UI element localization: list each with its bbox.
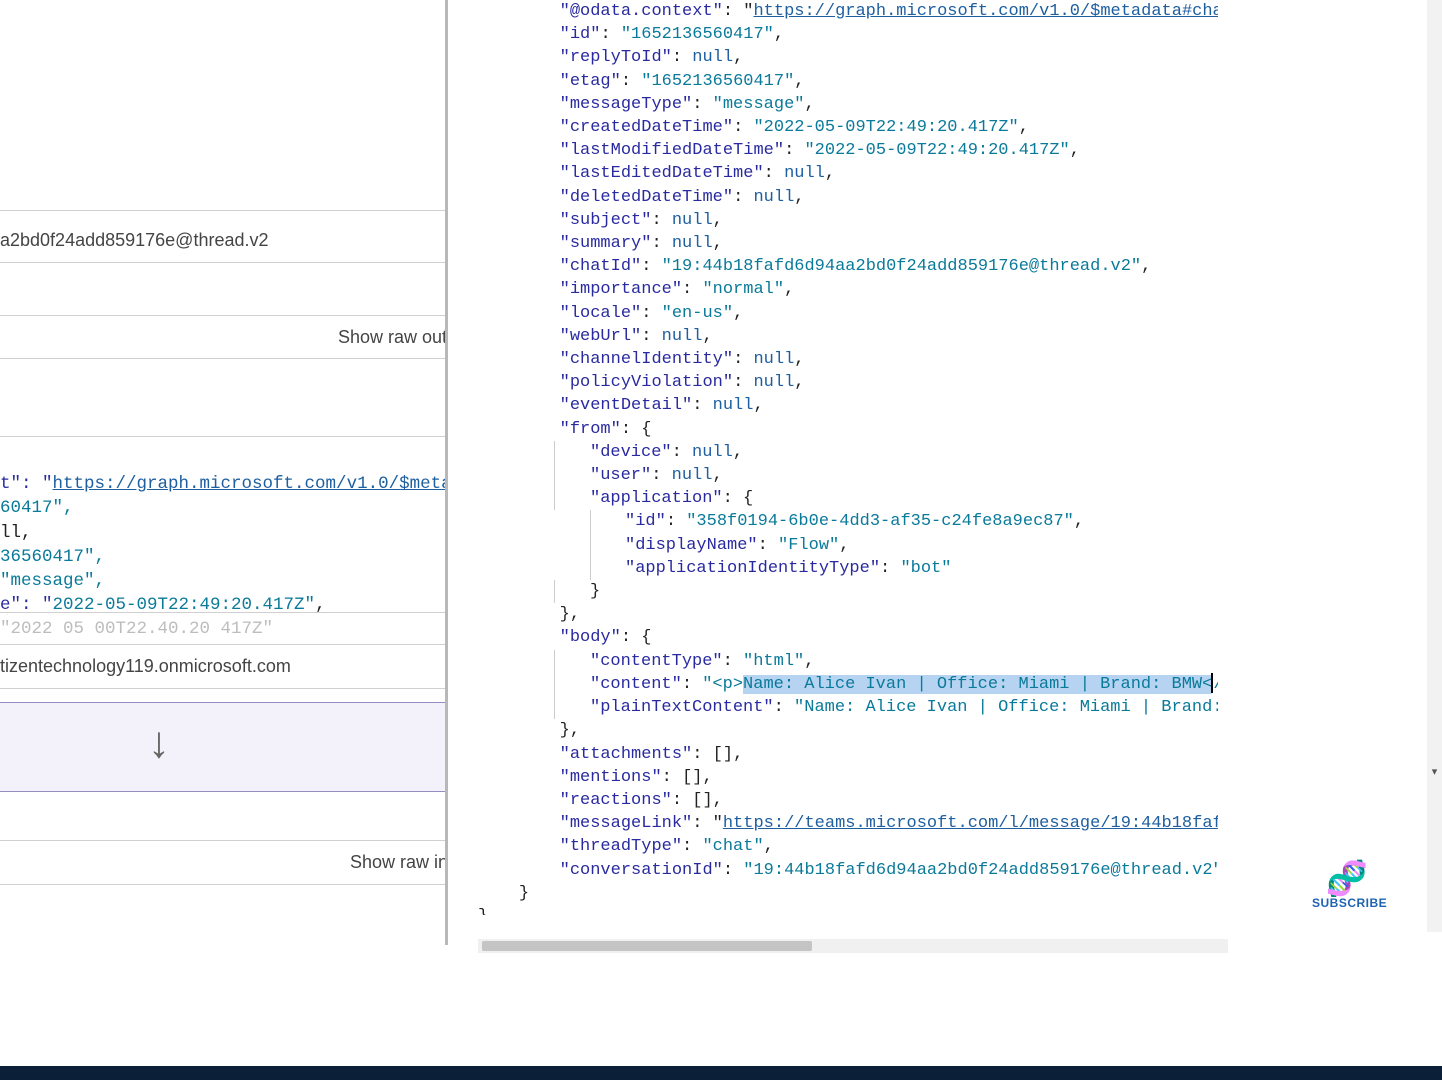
divider: [0, 612, 448, 613]
domain-text: tizentechnology119.onmicrosoft.com: [0, 656, 291, 677]
snippet-text-faded: 2022 05 00T22.40.20 417Z": [11, 619, 274, 639]
divider: [0, 884, 448, 885]
left-json-snippet: t": "https://graph.microsoft.com/v1.0/$m…: [0, 448, 448, 666]
snippet-text: 36560417",: [0, 547, 105, 567]
left-pane: a2bd0f24add859176e@thread.v2 Show raw ou…: [0, 0, 448, 945]
snippet-text: "message",: [0, 571, 105, 591]
divider: [0, 210, 448, 211]
outer-vertical-scrollbar[interactable]: ▾: [1427, 0, 1442, 932]
selected-text[interactable]: Name: Alice Ivan | Office: Miami | Brand…: [743, 675, 1212, 694]
chevron-down-icon[interactable]: ▾: [1428, 766, 1441, 780]
divider: [0, 358, 448, 359]
odata-link[interactable]: https://graph.microsoft.com/v1.0/$metada…: [753, 2, 1218, 21]
snippet-text: ll,: [0, 523, 32, 543]
arrow-down-icon: ↓: [148, 718, 170, 768]
divider: [0, 262, 448, 263]
thread-id-text: a2bd0f24add859176e@thread.v2: [0, 230, 269, 251]
snippet-text-faded: ": [0, 619, 11, 639]
divider: [0, 688, 448, 689]
show-raw-output-link[interactable]: Show raw outpu: [338, 327, 448, 348]
taskbar[interactable]: [0, 1066, 1442, 1080]
horizontal-scrollbar[interactable]: [478, 939, 1228, 953]
arrow-step-box[interactable]: [0, 702, 448, 792]
divider: [0, 840, 448, 841]
divider: [0, 644, 448, 645]
divider: [0, 436, 448, 437]
json-content[interactable]: "@odata.context": "https://graph.microso…: [478, 0, 1218, 915]
scrollbar-thumb[interactable]: [482, 941, 812, 951]
json-viewer-pane: "@odata.context": "https://graph.microso…: [478, 0, 1442, 945]
message-link[interactable]: https://teams.microsoft.com/l/message/19…: [723, 814, 1218, 833]
snippet-text: t": ": [0, 474, 53, 494]
snippet-link[interactable]: https://graph.microsoft.com/v1.0/$metada…: [53, 474, 448, 494]
subscribe-label: SUBSCRIBE: [1312, 896, 1382, 910]
snippet-text: 60417",: [0, 498, 74, 518]
divider: [0, 315, 448, 316]
dna-icon: 🧬: [1312, 862, 1382, 896]
show-raw-input-link[interactable]: Show raw inpu: [350, 852, 448, 873]
subscribe-badge[interactable]: 🧬 SUBSCRIBE: [1312, 862, 1382, 910]
